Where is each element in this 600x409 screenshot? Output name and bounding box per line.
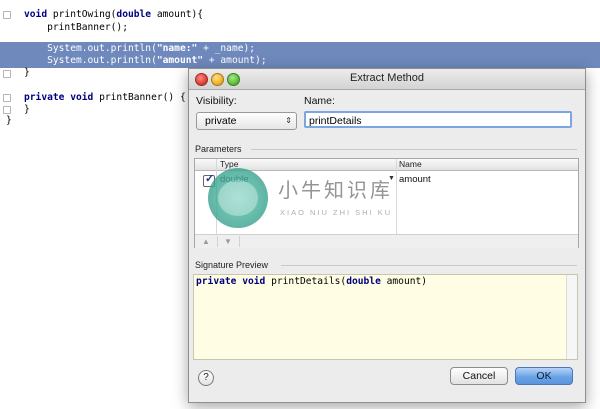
keyword: private <box>24 92 65 103</box>
updown-arrows-icon: ⇕ <box>285 116 292 125</box>
code-text: printDetails( <box>265 276 347 287</box>
help-button[interactable]: ? <box>198 370 214 386</box>
logo-highlight <box>218 180 258 216</box>
fold-marker-icon[interactable] <box>3 94 11 102</box>
code-text: + _name); <box>197 43 256 54</box>
keyword: double <box>346 276 381 287</box>
code-text: System.out.println( <box>24 55 157 66</box>
code-text: amount) <box>380 276 428 287</box>
fold-marker-icon[interactable] <box>3 106 11 114</box>
code-line-2: printBanner(); <box>24 22 128 33</box>
arrow-up-icon[interactable]: ▲ <box>195 236 218 247</box>
keyword: private <box>196 276 237 287</box>
parameters-label: Parameters <box>195 144 242 154</box>
visibility-select[interactable]: private ⇕ <box>196 112 297 130</box>
visibility-label: Visibility: <box>196 95 237 107</box>
code-line-8: } <box>6 115 12 126</box>
watermark-pinyin: XIAO NIU ZHI SHI KU <box>280 208 393 217</box>
code-text: printBanner() { <box>93 92 186 103</box>
code-line-7: } <box>24 104 30 115</box>
keyword: void <box>24 9 48 20</box>
arrow-down-icon[interactable]: ▼ <box>217 236 240 247</box>
code-line-5: } <box>24 67 30 78</box>
fold-marker-icon[interactable] <box>3 11 11 19</box>
method-name-input[interactable]: printDetails <box>304 111 572 128</box>
code-text: printOwing( <box>47 9 117 20</box>
watermark-text: 小牛知识库 <box>278 178 393 202</box>
fold-marker-icon[interactable] <box>3 70 11 78</box>
signature-preview: private void printDetails(double amount) <box>193 274 578 360</box>
code-line-4: System.out.println("amount" + amount); <box>24 54 267 68</box>
keyword: void <box>242 276 266 287</box>
table-toolbar: ▲ ▼ <box>195 234 578 248</box>
watermark: 小牛知识库 XIAO NIU ZHI SHI KU <box>208 168 408 234</box>
name-label: Name: <box>304 95 335 107</box>
code-text: + amount); <box>203 55 267 66</box>
vertical-scrollbar[interactable] <box>566 275 577 359</box>
visibility-value: private <box>205 115 237 127</box>
code-text: System.out.println( <box>24 43 157 54</box>
section-divider <box>281 265 577 266</box>
code-line-6: private void printBanner() { <box>24 91 186 105</box>
signature-preview-label: Signature Preview <box>195 260 269 270</box>
keyword: void <box>70 92 94 103</box>
bull-logo-icon <box>208 168 268 228</box>
string-literal: "amount" <box>156 55 204 66</box>
dialog-titlebar[interactable]: Extract Method <box>189 69 585 90</box>
signature-code: private void printDetails(double amount) <box>196 275 427 289</box>
section-divider <box>251 149 577 150</box>
string-literal: "name:" <box>156 43 198 54</box>
keyword: double <box>116 9 152 20</box>
dialog-title: Extract Method <box>350 72 424 84</box>
ok-button[interactable]: OK <box>515 367 573 385</box>
code-line-1: void printOwing(double amount){ <box>24 8 203 22</box>
cancel-button[interactable]: Cancel <box>450 367 508 385</box>
extract-method-dialog: Extract Method Visibility: Name: private… <box>188 68 586 403</box>
code-text: amount){ <box>151 9 204 20</box>
